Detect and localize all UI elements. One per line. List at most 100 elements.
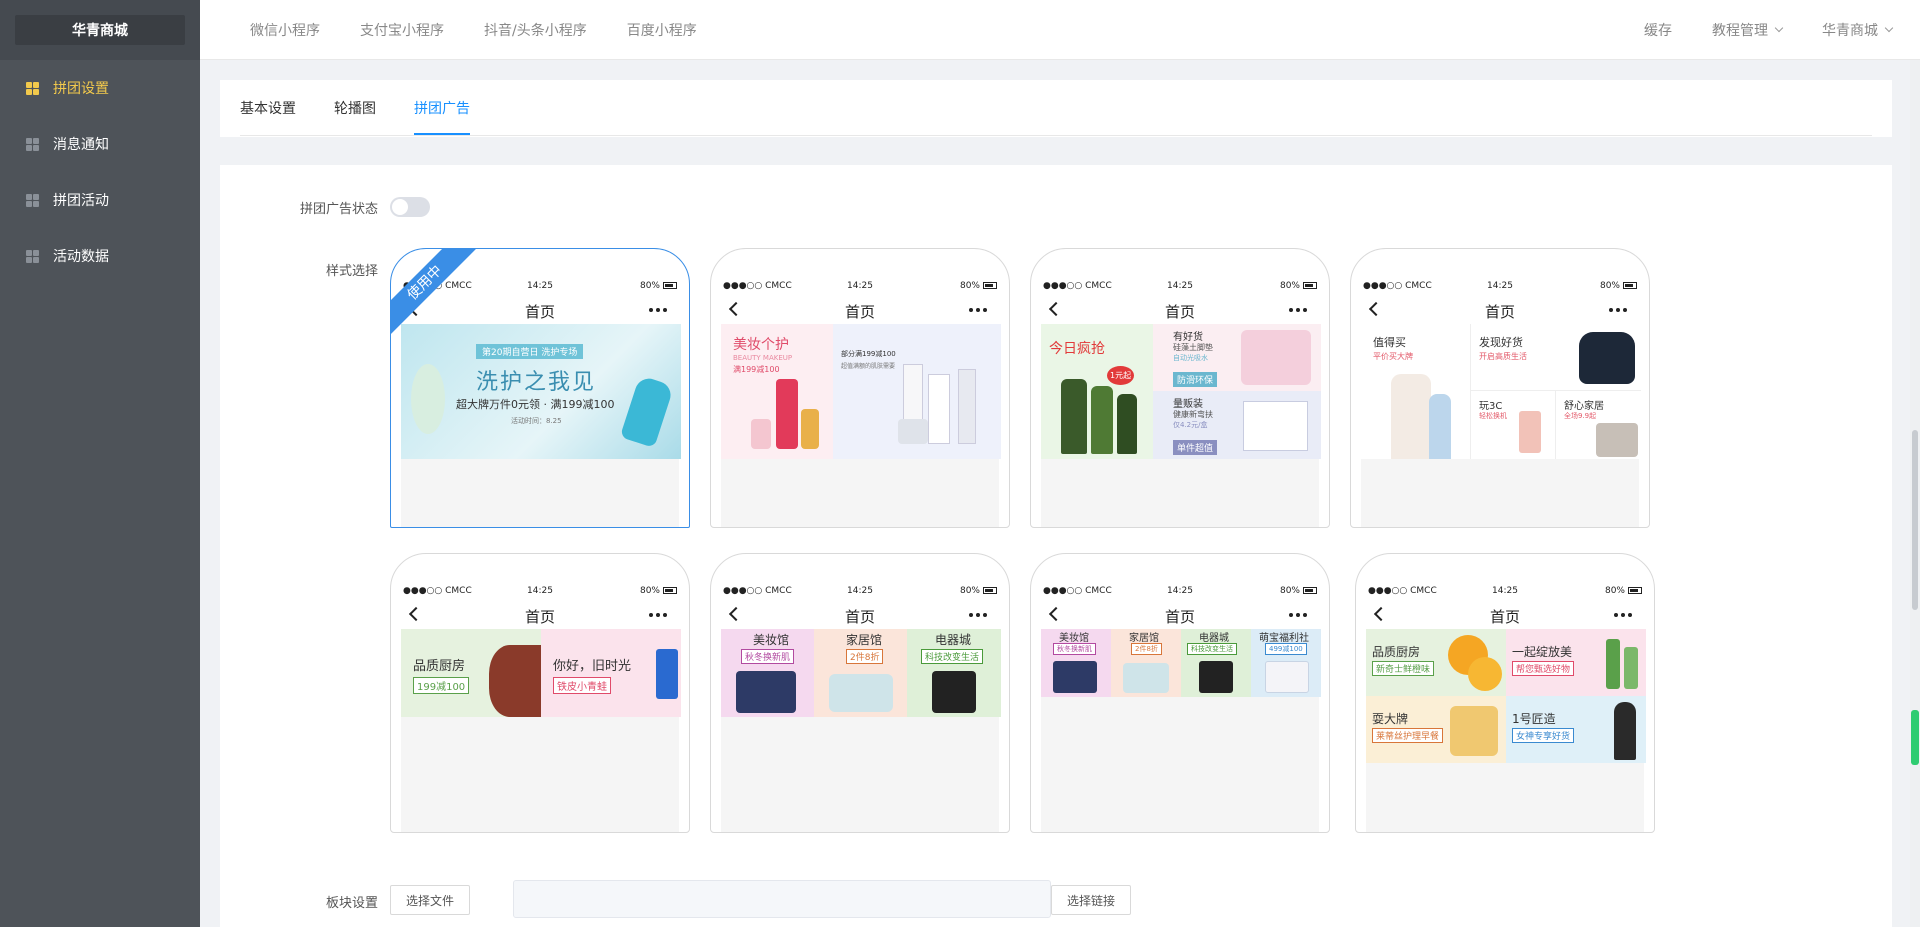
more-icon [1289, 613, 1307, 617]
nav-baidu-miniprogram[interactable]: 百度小程序 [627, 20, 697, 40]
shop-menu[interactable]: 华青商城 [1822, 20, 1894, 40]
banner-c-tag: 莱蒂丝护理早餐 [1372, 728, 1444, 743]
phone-screen: 美妆馆 秋冬换新肌 家居馆 2件8折 电器城 科技改变生活 萌宝福利社 499减… [1041, 629, 1321, 832]
banner-d: 萌宝福利社 [1259, 633, 1309, 644]
time-text: 14:25 [1167, 586, 1193, 596]
banner-skincare: 部分满199减100 超值满额的肌肤需要 [833, 324, 1001, 459]
time-text: 14:25 [1492, 586, 1518, 596]
tab-carousel[interactable]: 轮播图 [334, 80, 376, 135]
sidebar-item-notifications[interactable]: 消息通知 [0, 116, 200, 172]
banner-d-tag: 女神专享好货 [1512, 728, 1575, 743]
banner-a: 品质厨房 [1372, 645, 1421, 659]
sidebar-item-label: 消息通知 [53, 137, 109, 153]
carrier-text: ●●●○○ CMCC [403, 586, 472, 596]
tab-group-ads[interactable]: 拼团广告 [414, 80, 470, 135]
sidebar-item-group-settings[interactable]: 拼团设置 [0, 60, 200, 116]
banner-price: 1元起 [1107, 366, 1135, 385]
sidebar-item-label: 拼团设置 [53, 81, 109, 97]
time-text: 14:25 [847, 281, 873, 291]
banner-kitchen: 品质厨房 新奇士鲜橙味 [1366, 629, 1506, 696]
choose-file-button[interactable]: 选择文件 [390, 885, 470, 915]
banner-b-tag: 铁皮小青蛙 [553, 677, 611, 694]
page-scrollbar[interactable] [1910, 60, 1920, 927]
banner-b: 家居馆 [846, 633, 883, 647]
banner-title: 今日疯抢 [1049, 341, 1105, 357]
link-input[interactable] [513, 880, 1051, 918]
style-option-8[interactable]: ●●●○○ CMCC 14:25 80% 首页 品质厨房 新奇士鲜橙味 一起绽放美 … [1355, 553, 1655, 833]
tutorial-label: 教程管理 [1712, 23, 1768, 39]
banner-headline: 洗护之我见 [476, 370, 597, 395]
battery-icon [1628, 587, 1642, 594]
brand-name[interactable]: 华青商城 [15, 15, 185, 45]
banner-a-tag: 秋冬换新肌 [1053, 643, 1096, 655]
banner-a: 值得买 [1373, 336, 1406, 349]
nav-douyin-miniprogram[interactable]: 抖音/头条小程序 [484, 20, 587, 40]
banner-a-tag: 新奇士鲜橙味 [1372, 661, 1435, 676]
phone-title: 首页 [1489, 608, 1520, 626]
banner-b1: 有好货 [1173, 332, 1203, 343]
status-label: 拼团广告状态 [299, 202, 378, 217]
banner-en: BEAUTY MAKEUP [733, 354, 793, 362]
sidebar-item-activities[interactable]: 拼团活动 [0, 172, 200, 228]
nav-alipay-miniprogram[interactable]: 支付宝小程序 [360, 20, 444, 40]
battery-icon [663, 587, 677, 594]
style-option-2[interactable]: ●●●○○ CMCC 14:25 80% 首页 美妆个护 BEAUTY MAKEUP… [710, 248, 1010, 528]
style-option-1[interactable]: ●●●○○ CMCC14:2580% 首页 第20期自营日 洗护专场 洗护之我见… [390, 248, 690, 528]
chevron-down-icon [1884, 23, 1894, 33]
banner-a-sub: 平价买大牌 [1373, 352, 1413, 361]
battery-indicator: 80% [640, 281, 677, 291]
banner-good-goods: 有好货 硅藻土脚垫 自动光吸水 防滑环保 [1153, 324, 1321, 391]
more-icon [649, 308, 667, 312]
carrier-text: ●●●○○ CMCC [723, 586, 792, 596]
style-option-6[interactable]: ●●●○○ CMCC 14:25 80% 首页 美妆馆 秋冬换新肌 家居馆 2件8折… [710, 553, 1010, 833]
style-option-4[interactable]: ●●●○○ CMCC 14:25 80% 首页 值得买 平价买大牌 发现好货 开启高… [1350, 248, 1650, 528]
phone-screen: 品质厨房 新奇士鲜橙味 一起绽放美 帮您甄选好物 耍大牌 莱蒂丝护理早餐 1号匠… [1366, 629, 1646, 832]
more-icon [1289, 308, 1307, 312]
style-option-7[interactable]: ●●●○○ CMCC 14:25 80% 首页 美妆馆 秋冬换新肌 家居馆 2件8折… [1030, 553, 1330, 833]
nav-wechat-miniprogram[interactable]: 微信小程序 [250, 20, 320, 40]
banner-b-tag: 2件8折 [846, 649, 884, 664]
cache-link[interactable]: 缓存 [1644, 20, 1672, 40]
grid-icon [26, 249, 39, 263]
carrier-text: ●●●○○ CMCC [723, 281, 792, 291]
banner-date: 活动时间：8.25 [511, 417, 562, 425]
banner-appliance: 电器城 科技改变生活 [1181, 629, 1251, 697]
banner-a: 品质厨房 [413, 659, 466, 674]
banner-kitchen: 品质厨房 199减100 [401, 629, 541, 717]
battery-icon [1303, 587, 1317, 594]
banner-baby: 萌宝福利社 499减100 [1251, 629, 1321, 697]
style-option-5[interactable]: ●●●○○ CMCC 14:25 80% 首页 品质厨房 199减100 你好，旧时… [390, 553, 690, 833]
banner-a: 美妆馆 [753, 633, 790, 647]
carrier-text: ●●●○○ CMCC [1043, 586, 1112, 596]
banner-old-times: 你好，旧时光 铁皮小青蛙 [541, 629, 681, 717]
status-toggle[interactable] [390, 197, 430, 217]
banner-d: 舒心家居 [1564, 401, 1604, 412]
carrier-text: ●●●○○ CMCC [1043, 281, 1112, 291]
more-icon [1614, 613, 1632, 617]
banner-right-sub: 超值满额的肌肤需要 [841, 363, 896, 370]
time-text: 14:25 [1487, 281, 1513, 291]
phone-title: 首页 [844, 303, 875, 321]
sidebar-item-data[interactable]: 活动数据 [0, 228, 200, 284]
more-icon [969, 613, 987, 617]
banner-b: 发现好货 [1479, 336, 1523, 349]
battery-icon [983, 587, 997, 594]
phone-title: 首页 [1484, 303, 1515, 321]
scrollbar-thumb[interactable] [1912, 430, 1918, 610]
tutorial-menu[interactable]: 教程管理 [1712, 20, 1784, 40]
sidebar-item-label: 拼团活动 [53, 193, 109, 209]
grid-icon [26, 137, 39, 151]
tab-basic-settings[interactable]: 基本设置 [240, 80, 296, 135]
phone-title: 首页 [1164, 303, 1195, 321]
banner-a-tag: 秋冬换新肌 [741, 649, 795, 664]
banner-appliance: 电器城 科技改变生活 [907, 629, 1001, 717]
banner-b2-note: 仅4.2元/盒 [1173, 421, 1208, 429]
choose-link-button[interactable]: 选择链接 [1051, 885, 1131, 915]
battery-indicator: 80% [1280, 586, 1317, 596]
phone-screen: 值得买 平价买大牌 发现好货 开启高质生活 玩3C 轻松换机 舒心家居 全场9.… [1361, 324, 1641, 527]
banner-b-sub: 开启高质生活 [1479, 352, 1527, 361]
style-option-3[interactable]: ●●●○○ CMCC 14:25 80% 首页 今日疯抢 1元起 有好货 硅藻土脚垫… [1030, 248, 1330, 528]
banner-home-hall: 家居馆 2件8折 [1111, 629, 1181, 697]
sidebar: 华青商城 拼团设置 消息通知 拼团活动 活动数据 [0, 0, 200, 927]
banner-3c: 玩3C 轻松换机 [1471, 391, 1556, 459]
